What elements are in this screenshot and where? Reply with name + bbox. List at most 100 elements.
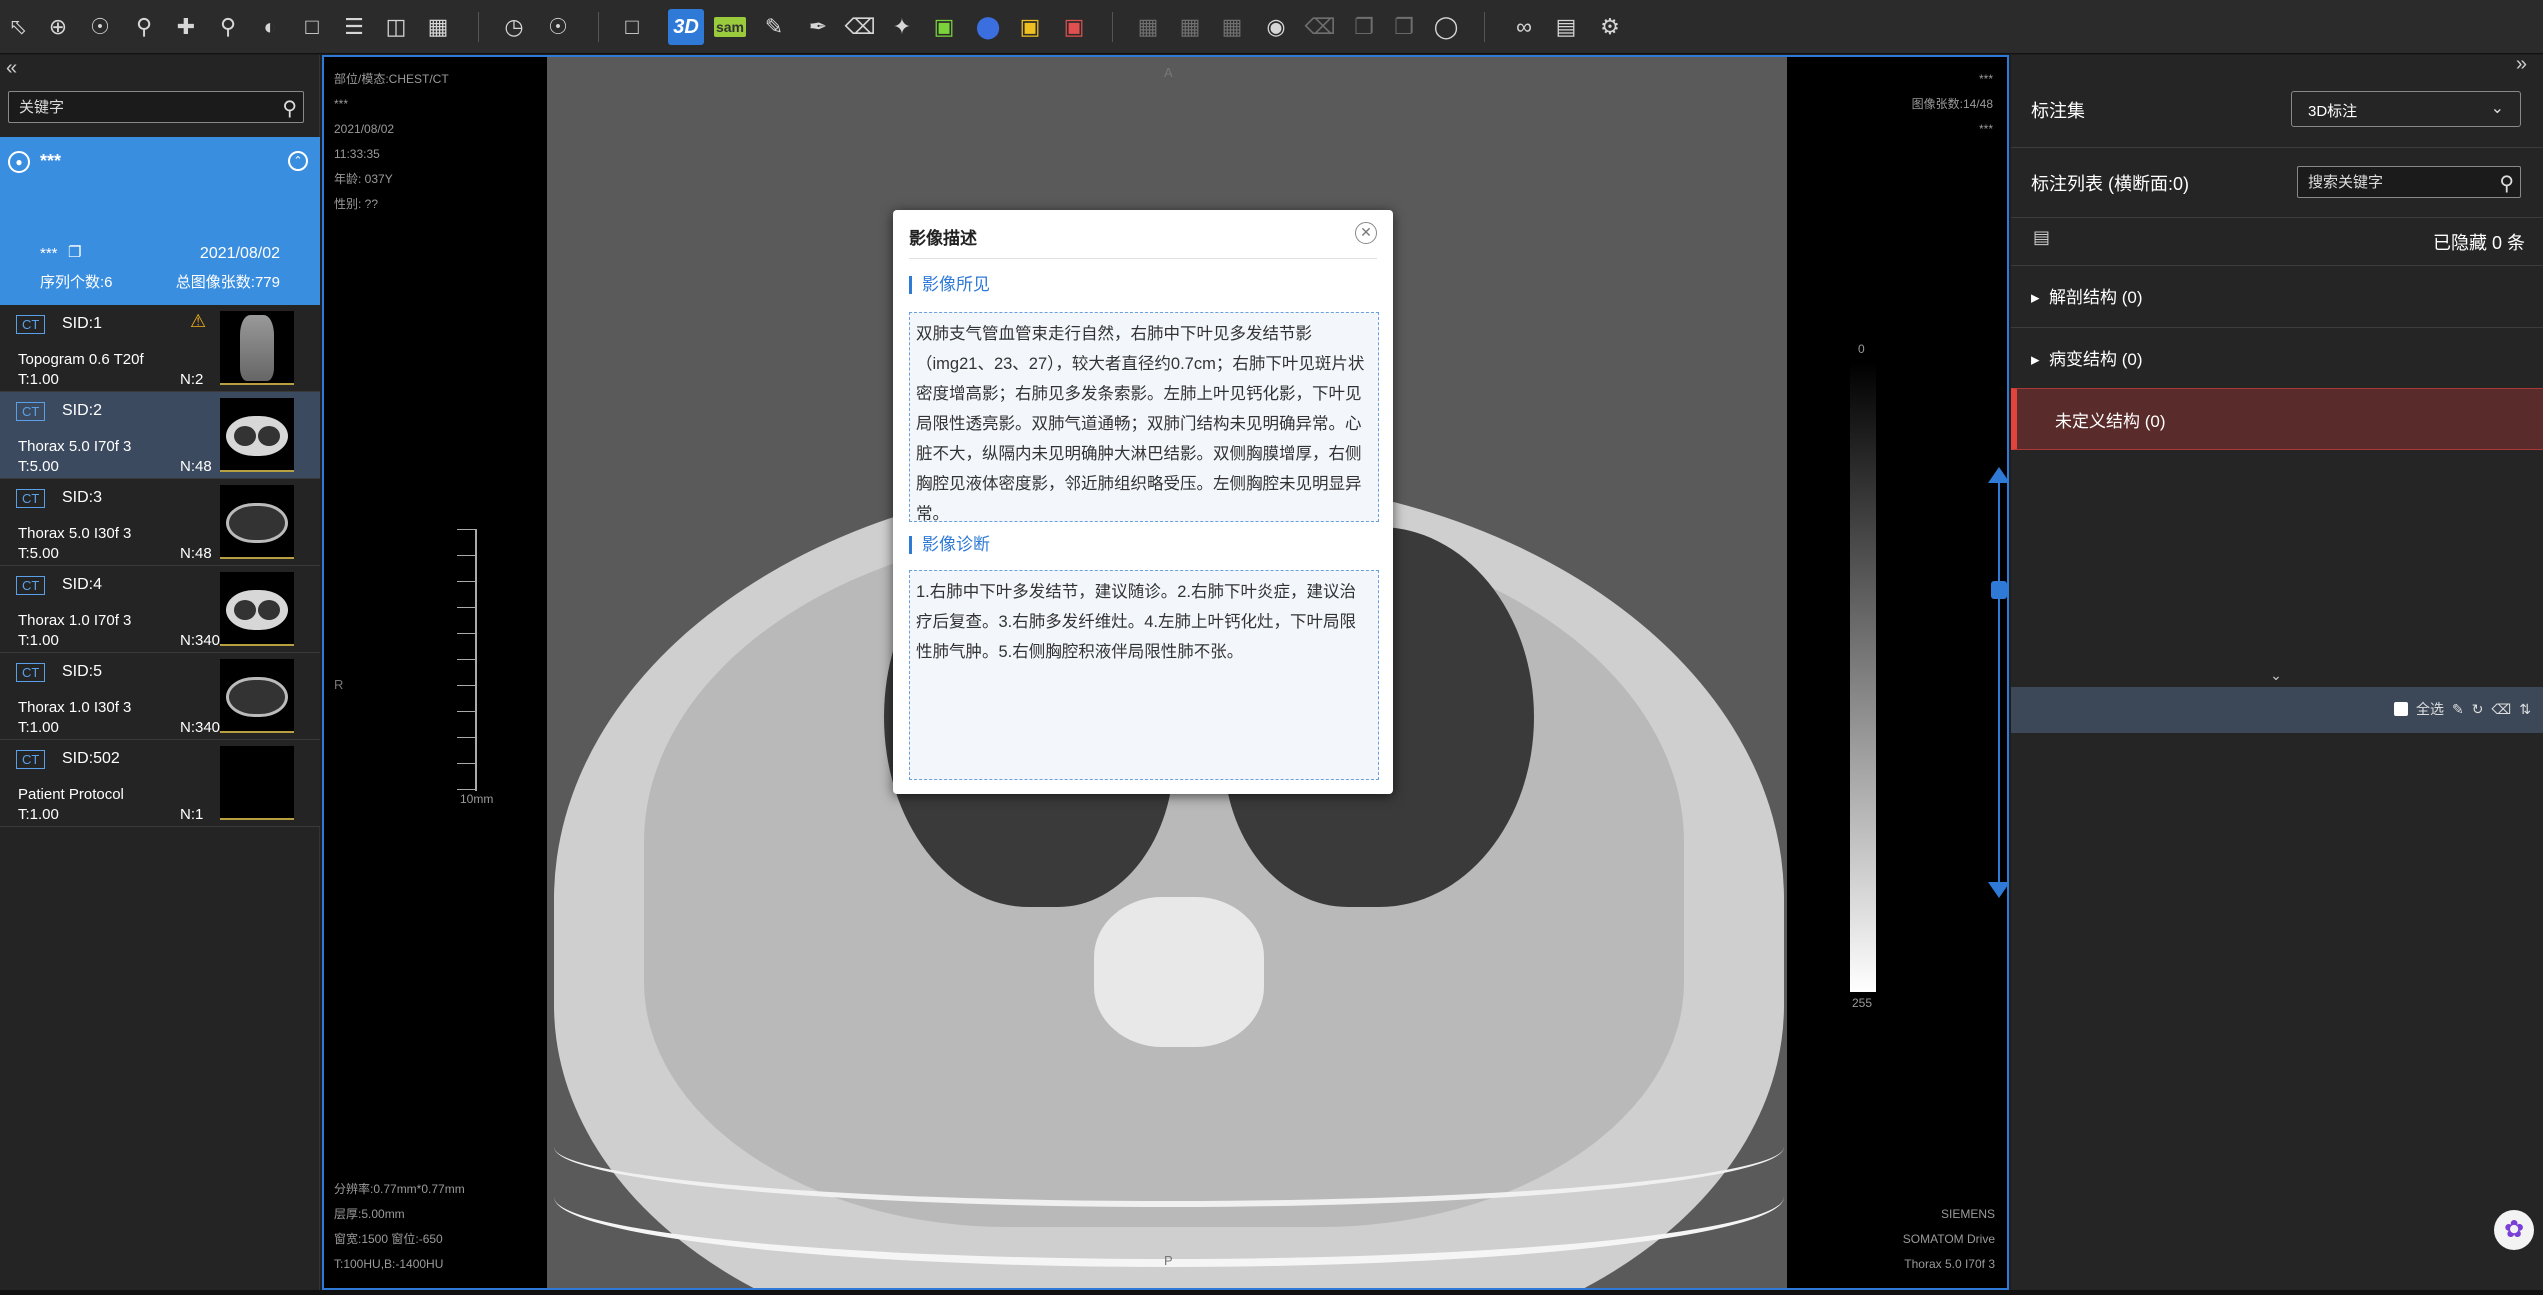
scroll-down-arrow-icon[interactable] <box>1988 882 2007 898</box>
thumb-image <box>226 416 288 456</box>
cine-icon[interactable]: ◷ <box>496 9 532 45</box>
keyword-search: ⚲ <box>8 91 304 123</box>
cube-icon[interactable]: ▣ <box>926 9 962 45</box>
scale-ruler <box>455 529 477 791</box>
tree-lesion[interactable]: ▸ 病变结构 (0) <box>2031 345 2142 370</box>
search-icon[interactable]: ⚲ <box>282 96 297 121</box>
annotation-list-label: 标注列表 (横断面:0) <box>2031 174 2190 194</box>
refresh-icon[interactable]: ↻ <box>2472 701 2484 718</box>
delete-icon[interactable]: ⌫ <box>1302 9 1338 45</box>
annotation-panel: » 标注集 3D标注 ⌄ 标注列表 (横断面:0) ⚲ ▤ 已隐藏 0 条 ▸ … <box>2011 53 2543 1295</box>
series-thumbnail[interactable] <box>220 398 294 472</box>
eye-icon[interactable]: ◉ <box>1258 9 1294 45</box>
findings-heading: 影像所见 <box>909 276 990 294</box>
window-level-icon[interactable]: ◐ <box>252 9 288 45</box>
search-icon[interactable]: ⚲ <box>2499 171 2514 196</box>
overlay-line: 11:33:35 <box>334 147 380 161</box>
series-thumbnail[interactable] <box>220 659 294 733</box>
hidden-count: 已隐藏 0 条 <box>2432 233 2525 253</box>
ct-spine <box>1094 897 1264 1047</box>
diagnosis-heading: 影像诊断 <box>909 536 990 554</box>
grayscale-max: 255 <box>1852 996 1873 1010</box>
close-icon[interactable]: ✕ <box>1355 222 1377 244</box>
series-description: Patient Protocol <box>18 786 124 803</box>
series-thumbnail[interactable] <box>220 572 294 646</box>
paste-icon[interactable]: ❐ <box>1386 9 1422 45</box>
image-count: N:48 <box>180 458 212 475</box>
pointer-tool-icon[interactable]: ⬁ <box>0 9 36 45</box>
annotate-edit-icon[interactable]: ✎ <box>756 9 792 45</box>
series-item[interactable]: CT SID:4 Thorax 1.0 I70f 3 T:1.00 N:340 <box>0 566 320 653</box>
series-item[interactable]: CT SID:5 Thorax 1.0 I30f 3 T:1.00 N:340 <box>0 653 320 740</box>
scroll-up-arrow-icon[interactable] <box>1988 467 2007 483</box>
copy-icon[interactable]: ❐ <box>68 243 81 261</box>
tree-undefined[interactable]: 未定义结构 (0) <box>2011 388 2543 450</box>
layout-4-icon[interactable]: ▦ <box>420 9 456 45</box>
sam-button[interactable]: sam <box>712 9 748 45</box>
grid-c-icon[interactable]: ▦ <box>1214 9 1250 45</box>
magic-wand-icon[interactable]: ✦ <box>884 9 920 45</box>
copy-icon[interactable]: ❐ <box>1346 9 1382 45</box>
3d-button[interactable]: 3D <box>668 9 704 45</box>
series-item[interactable]: CT SID:3 Thorax 5.0 I30f 3 T:5.00 N:48 <box>0 479 320 566</box>
chevron-down-icon[interactable]: ⌄ <box>2261 667 2291 685</box>
report-icon[interactable]: ▤ <box>1548 9 1584 45</box>
modality-badge: CT <box>16 315 46 334</box>
crop-icon[interactable]: □ <box>294 9 330 45</box>
sphere-icon[interactable]: ⬤ <box>970 9 1006 45</box>
trash-icon[interactable]: ⌫ <box>2491 701 2511 718</box>
color-cube-icon[interactable]: ▣ <box>1056 9 1092 45</box>
keyword-search-input[interactable] <box>9 92 259 122</box>
study-date: 2021/08/02 <box>199 245 280 262</box>
toolbar-divider <box>598 12 599 42</box>
bottom-strip <box>0 1290 2543 1295</box>
series-thumbnail[interactable] <box>220 485 294 559</box>
series-thumbnail[interactable] <box>220 746 294 820</box>
edit-icon[interactable]: ✎ <box>2452 701 2464 718</box>
grid-b-icon[interactable]: ▦ <box>1172 9 1208 45</box>
box-3d-icon[interactable]: ▣ <box>1012 9 1048 45</box>
series-item[interactable]: CT SID:1 ⚠ Topogram 0.6 T20f T:1.00 N:2 <box>0 305 320 392</box>
divider <box>2011 147 2543 148</box>
series-thumbnail[interactable] <box>220 311 294 385</box>
annotation-set-select[interactable]: 3D标注 ⌄ <box>2291 91 2521 127</box>
search-tool-icon[interactable]: ⚲ <box>210 9 246 45</box>
lasso-icon[interactable]: ◯ <box>1428 9 1464 45</box>
slice-scroll-thumb[interactable] <box>1991 581 2007 599</box>
tree-anatomy[interactable]: ▸ 解剖结构 (0) <box>2031 283 2142 308</box>
annotation-search-input[interactable] <box>2298 167 2478 197</box>
findings-textarea[interactable]: 双肺支气管血管束走行自然，右肺中下叶见多发结节影（img21、23、27），较大… <box>909 312 1379 522</box>
roi-select-icon[interactable]: □ <box>614 9 650 45</box>
grid-a-icon[interactable]: ▦ <box>1130 9 1166 45</box>
sort-icon[interactable]: ⇅ <box>2519 701 2531 718</box>
crosshair-tool-icon[interactable]: ⊕ <box>40 9 76 45</box>
pan-tool-icon[interactable]: ✚ <box>168 9 204 45</box>
zoom-tool-icon[interactable]: ☉ <box>82 9 118 45</box>
overlay-line: 部位/模态:CHEST/CT <box>334 72 449 86</box>
layout-1-icon[interactable]: ◫ <box>378 9 414 45</box>
slice-thickness: T:1.00 <box>18 632 59 649</box>
globe-icon[interactable]: ☉ <box>540 9 576 45</box>
series-item[interactable]: CT SID:2 Thorax 5.0 I70f 3 T:5.00 N:48 <box>0 392 320 479</box>
link-icon[interactable]: ∞ <box>1506 9 1542 45</box>
collapse-left-icon[interactable]: « <box>6 57 17 80</box>
diagnosis-textarea[interactable]: 1.右肺中下叶多发结节，建议随诊。2.右肺下叶炎症，建议治疗后复查。3.右肺多发… <box>909 570 1379 780</box>
select-all-checkbox[interactable] <box>2394 702 2408 716</box>
toolbar-divider <box>478 12 479 42</box>
series-id: SID:3 <box>62 489 103 506</box>
eraser-icon[interactable]: ⌫ <box>842 9 878 45</box>
series-item[interactable]: CT SID:502 Patient Protocol T:1.00 N:1 <box>0 740 320 827</box>
collapse-up-icon[interactable]: ⌃ <box>288 151 308 171</box>
brush-icon[interactable]: ✒ <box>800 9 836 45</box>
slice-scrollbar[interactable] <box>1998 482 2000 882</box>
assistant-fab-icon[interactable]: ✿ <box>2494 1210 2534 1250</box>
slice-thickness: T:1.00 <box>18 371 59 388</box>
magnify-tool-icon[interactable]: ⚲ <box>126 9 162 45</box>
visibility-icon[interactable]: ▤ <box>2033 227 2050 248</box>
grayscale-bar <box>1850 362 1876 992</box>
expand-right-icon[interactable]: » <box>2516 53 2527 76</box>
settings-gear-icon[interactable]: ⚙ <box>1592 9 1628 45</box>
patient-card[interactable]: ● *** ⌃ *** ❐ 2021/08/02 序列个数:6 总图像张数:77… <box>0 137 320 305</box>
list-icon[interactable]: ☰ <box>336 9 372 45</box>
grayscale-min: 0 <box>1858 342 1865 356</box>
